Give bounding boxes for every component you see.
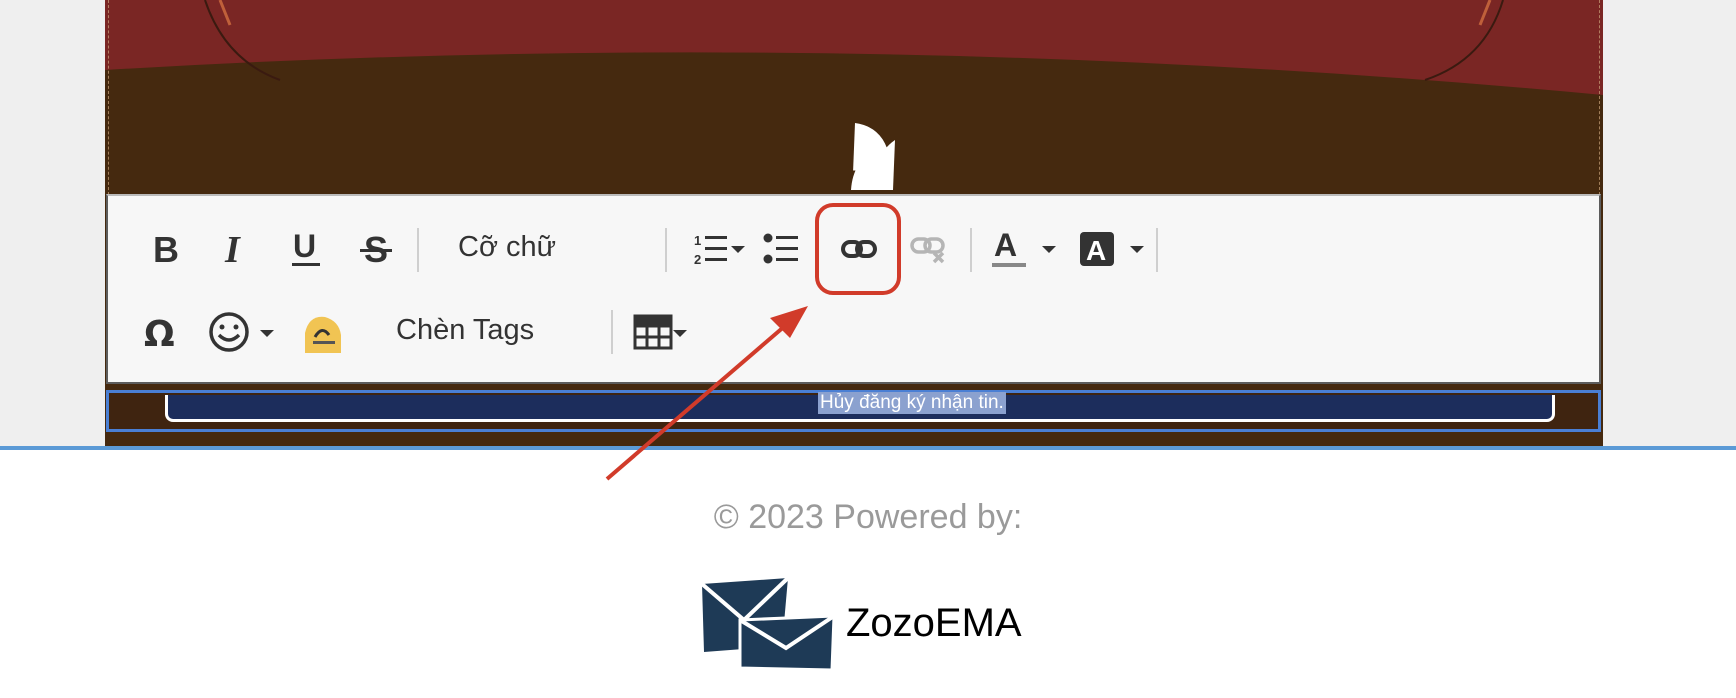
brand-link[interactable]: ZozoEMA: [700, 576, 1022, 670]
svg-text:U: U: [293, 229, 316, 264]
insert-image-button[interactable]: [300, 308, 346, 356]
insert-table-button[interactable]: [630, 308, 676, 356]
strikethrough-button[interactable]: S: [356, 226, 396, 272]
emoji-button[interactable]: [208, 308, 278, 356]
omega-icon: Ω: [144, 314, 175, 351]
font-size-label: Cỡ chữ: [458, 231, 557, 263]
chevron-down-icon: [260, 330, 274, 337]
bullet-list-icon: [763, 233, 798, 264]
powered-by-text: © 2023 Powered by:: [713, 498, 1023, 536]
bold-icon: B: [153, 232, 179, 266]
toolbar-separator: [611, 310, 613, 354]
insert-tags-label: Chèn Tags: [396, 314, 535, 346]
ordered-list-icon: 1 2: [694, 233, 727, 266]
bold-button[interactable]: B: [146, 226, 186, 272]
unlink-icon: [910, 237, 945, 264]
svg-text:1: 1: [694, 233, 701, 248]
unsubscribe-button-block[interactable]: Hủy đăng ký nhận tin.: [165, 392, 1555, 422]
toolbar-separator: [417, 228, 419, 272]
underline-button[interactable]: U: [286, 226, 326, 272]
italic-button[interactable]: I: [216, 226, 256, 272]
underline-icon: U: [292, 229, 320, 266]
background-color-button[interactable]: A: [1078, 226, 1148, 272]
text-color-icon: A: [992, 228, 1026, 267]
background-color-icon: A: [1080, 232, 1114, 266]
svg-text:I: I: [224, 232, 241, 266]
toolbar-separator: [665, 228, 667, 272]
chevron-down-icon: [1130, 246, 1144, 253]
svg-text:A: A: [994, 228, 1017, 263]
canvas-guide-left: [108, 0, 109, 195]
special-character-button[interactable]: Ω: [138, 308, 184, 356]
chevron-down-icon: [1042, 246, 1056, 253]
svg-text:2: 2: [694, 252, 701, 266]
selected-text-block[interactable]: Hủy đăng ký nhận tin.: [106, 390, 1601, 432]
svg-text:B: B: [153, 232, 179, 266]
envelope-logo-icon: [700, 576, 834, 670]
canvas-guide-right: [1599, 0, 1600, 195]
strikethrough-icon: S: [360, 230, 392, 268]
toolbar-separator: [1156, 228, 1158, 272]
remove-link-button[interactable]: [906, 226, 952, 272]
svg-text:Ω: Ω: [144, 314, 175, 351]
bullet-list-button[interactable]: [758, 226, 804, 272]
link-button-highlight: [815, 203, 901, 295]
text-color-button[interactable]: A: [990, 226, 1060, 272]
unsubscribe-text[interactable]: Hủy đăng ký nhận tin.: [818, 392, 1006, 414]
italic-icon: I: [224, 232, 241, 266]
svg-text:A: A: [1086, 235, 1106, 266]
emoji-icon: [209, 312, 249, 352]
table-icon: [633, 314, 673, 350]
brand-name: ZozoEMA: [846, 600, 1022, 645]
canvas-bottom-border: [0, 446, 1736, 450]
toolbar-separator: [970, 228, 972, 272]
ordered-list-button[interactable]: 1 2: [688, 226, 734, 272]
image-icon: [305, 316, 341, 353]
